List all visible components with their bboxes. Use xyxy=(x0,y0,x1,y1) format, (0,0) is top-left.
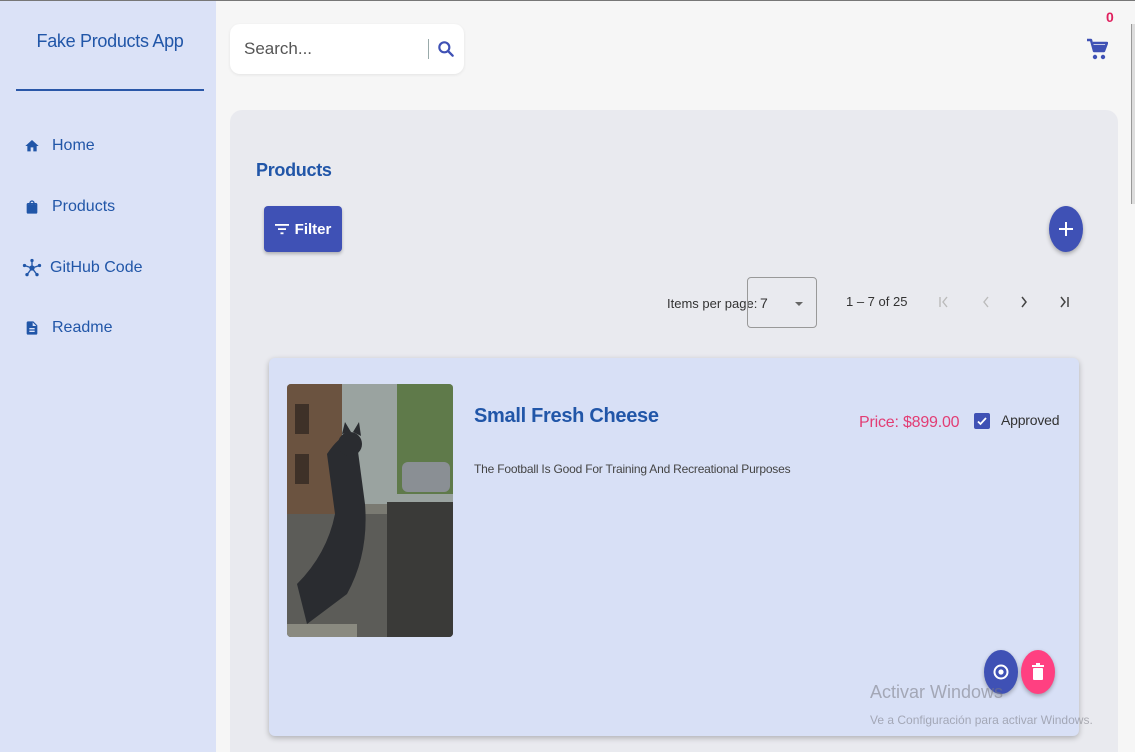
approved-label: Approved xyxy=(1001,412,1060,428)
sidebar-item-label: Readme xyxy=(52,319,113,336)
items-per-page-value: 7 xyxy=(760,295,768,311)
sidebar-item-readme[interactable]: Readme xyxy=(24,314,112,342)
windows-activation-subtitle: Ve a Configuración para activar Windows. xyxy=(870,713,1093,727)
cart-count-badge: 0 xyxy=(1106,9,1114,25)
eye-icon xyxy=(993,664,1009,680)
windows-activation-title: Activar Windows xyxy=(870,682,1004,702)
plus-icon xyxy=(1059,222,1073,236)
filter-icon xyxy=(274,224,289,235)
app-brand: Fake Products App xyxy=(16,21,204,91)
hub-icon xyxy=(22,258,42,277)
product-description: The Football Is Good For Training And Re… xyxy=(474,462,791,476)
sidebar-item-github-code[interactable]: GitHub Code xyxy=(22,254,143,282)
filter-button-label: Filter xyxy=(294,220,332,238)
sidebar-item-label: Home xyxy=(52,137,95,154)
page-title: Products xyxy=(256,160,332,180)
filter-button[interactable]: Filter xyxy=(264,206,342,252)
shopping-bag-icon xyxy=(26,200,38,214)
product-image xyxy=(287,384,453,637)
chevron-right-icon xyxy=(1021,296,1027,308)
add-product-button[interactable] xyxy=(1049,206,1083,252)
delete-product-button[interactable] xyxy=(1021,650,1055,694)
approved-checkbox[interactable] xyxy=(974,413,990,429)
product-photo xyxy=(287,384,453,637)
search-icon[interactable] xyxy=(436,38,456,60)
search-input[interactable] xyxy=(244,36,422,62)
sidebar: Fake Products App Home Products GitHub C… xyxy=(0,1,216,752)
cart-icon[interactable] xyxy=(1086,36,1108,62)
search-bar xyxy=(230,24,464,74)
last-page-icon xyxy=(1060,296,1069,308)
search-divider xyxy=(428,39,429,59)
last-page-button[interactable] xyxy=(1054,290,1074,314)
items-per-page-select[interactable]: 7 xyxy=(747,277,817,328)
first-page-icon xyxy=(939,296,948,308)
app-title: Fake Products App xyxy=(36,31,184,51)
product-price: Price: $899.00 xyxy=(859,414,960,431)
previous-page-button[interactable] xyxy=(976,290,996,314)
document-icon xyxy=(26,321,38,335)
chevron-left-icon xyxy=(983,296,989,308)
product-title[interactable]: Small Fresh Cheese xyxy=(474,405,659,428)
trash-icon xyxy=(1032,663,1044,680)
sidebar-item-label: Products xyxy=(52,198,116,215)
sidebar-item-label: GitHub Code xyxy=(50,259,143,276)
first-page-button[interactable] xyxy=(934,290,954,314)
items-per-page-label: Items per page: xyxy=(667,296,758,311)
check-icon xyxy=(977,417,987,426)
next-page-button[interactable] xyxy=(1014,290,1034,314)
caret-down-icon xyxy=(795,302,803,306)
sidebar-item-home[interactable]: Home xyxy=(24,132,95,160)
page-range-label: 1 – 7 of 25 xyxy=(846,294,908,309)
sidebar-item-products[interactable]: Products xyxy=(24,193,115,221)
home-icon xyxy=(25,140,39,152)
page-scrollbar[interactable] xyxy=(1131,24,1135,204)
